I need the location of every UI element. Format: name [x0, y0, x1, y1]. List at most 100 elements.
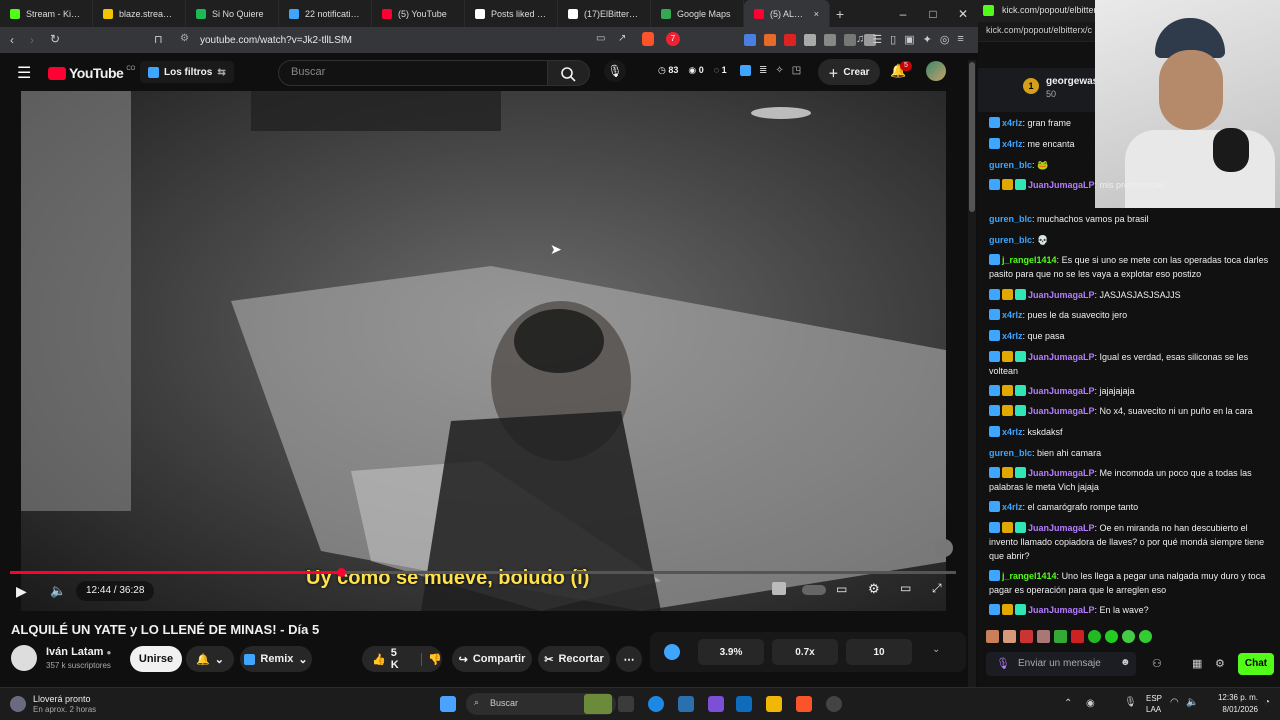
chat-username[interactable]: x4rlz	[1002, 427, 1023, 437]
start-icon[interactable]	[440, 696, 456, 712]
store-app-icon[interactable]	[736, 696, 752, 712]
reload-icon[interactable]: ↻	[50, 32, 60, 46]
notifications-tray-icon[interactable]: ◔	[1264, 697, 1270, 708]
sidebar-icon[interactable]: ▯	[890, 33, 896, 46]
subscribed-bell-button[interactable]: 🔔 ⌄	[186, 646, 234, 672]
reading-list-icon[interactable]: ☰	[872, 33, 882, 46]
chat-username[interactable]: JuanJumagaLP	[1028, 352, 1095, 362]
emote-icon[interactable]	[1020, 630, 1033, 643]
scrollbar-thumb[interactable]	[969, 62, 975, 212]
chat-username[interactable]: x4rlz	[1002, 118, 1023, 128]
emote-icon[interactable]	[1088, 630, 1101, 643]
chat-username[interactable]: x4rlz	[1002, 139, 1023, 149]
emote-icon[interactable]	[1054, 630, 1067, 643]
mic-icon[interactable]: 🎙	[996, 657, 1010, 670]
clock-time[interactable]: 12:36 p. m.	[1210, 693, 1258, 702]
chat-username[interactable]: JuanJumagaLP	[1028, 180, 1095, 190]
store-icon[interactable]: ▦	[1192, 657, 1202, 670]
chat-username[interactable]: JuanJumagaLP	[1028, 523, 1095, 533]
rewards-icon[interactable]: 7	[666, 32, 680, 46]
ext-stat-2[interactable]: 0.7x	[772, 639, 838, 665]
puzzle-icon[interactable]	[804, 34, 816, 46]
site-info-icon[interactable]: ⚙	[180, 33, 189, 44]
progress-bar[interactable]	[10, 571, 956, 574]
copilot-icon[interactable]	[708, 696, 724, 712]
edge-icon[interactable]	[648, 696, 664, 712]
tray-chevron-icon[interactable]: ⌃	[1064, 698, 1072, 709]
browser-tab[interactable]: (17)ElBitterX (@e	[558, 0, 651, 27]
obs-icon[interactable]	[826, 696, 842, 712]
wallet-icon[interactable]: ▣	[904, 33, 914, 46]
bookmark-icon[interactable]: ⊓	[154, 33, 163, 46]
search-input[interactable]: Buscar	[278, 60, 548, 86]
thumbs-up-icon[interactable]: 👍	[372, 653, 386, 666]
chat-username[interactable]: guren_blc	[989, 214, 1032, 224]
browser-tab[interactable]: (5) YouTube	[372, 0, 465, 27]
search-button[interactable]	[548, 60, 590, 86]
new-tab-button[interactable]: +	[830, 6, 850, 22]
iq-icon[interactable]	[740, 65, 751, 76]
chevron-down-icon[interactable]: ⌄	[932, 644, 940, 655]
users-icon[interactable]: ⚇	[1152, 657, 1162, 670]
chat-username[interactable]: guren_blc	[989, 160, 1032, 170]
channel-name[interactable]: Iván Latam ●	[46, 646, 111, 658]
hamburger-icon[interactable]: ☰	[17, 63, 31, 83]
emote-icon[interactable]	[1071, 630, 1084, 643]
queue-icon[interactable]: ≣	[759, 65, 767, 76]
volume-icon[interactable]: 🔈	[50, 583, 66, 599]
clock-date[interactable]: 8/01/2026	[1210, 705, 1258, 714]
join-button[interactable]: Unirse	[130, 646, 182, 672]
remix-button[interactable]: Remix ⌄	[240, 646, 312, 672]
emote-icon[interactable]	[1122, 630, 1135, 643]
video-frame[interactable]: ➤	[21, 91, 953, 611]
taskbar-widget-icon[interactable]	[584, 694, 612, 714]
chat-username[interactable]: guren_blc	[989, 235, 1032, 245]
share-icon[interactable]: ↗	[618, 33, 626, 44]
extension-icon[interactable]	[764, 34, 776, 46]
microphone-icon[interactable]: 🎙	[604, 60, 626, 82]
task-view-icon[interactable]	[618, 696, 634, 712]
extension-icon[interactable]	[844, 34, 856, 46]
chat-username[interactable]: JuanJumagaLP	[1028, 468, 1095, 478]
extension-icon[interactable]	[824, 34, 836, 46]
snipping-icon[interactable]	[678, 696, 694, 712]
leo-icon[interactable]: ✦	[923, 33, 932, 46]
wifi-icon[interactable]: ◠	[1170, 697, 1179, 708]
emote-icon[interactable]	[1037, 630, 1050, 643]
chat-username[interactable]: x4rlz	[1002, 331, 1023, 341]
clip-button[interactable]: ✂ Recortar	[538, 646, 610, 672]
video-player[interactable]: ➤ Uy como se mueve, boludo (ī) ▶ 🔈 12:44…	[0, 91, 966, 611]
chat-username[interactable]: j_rangel1414	[1002, 255, 1057, 265]
chat-username[interactable]: JuanJumagaLP	[1028, 605, 1095, 615]
emote-icon[interactable]	[1139, 630, 1152, 643]
thumbs-down-icon[interactable]: 👎	[421, 652, 442, 666]
keyboard-layout[interactable]: LAA	[1146, 705, 1161, 714]
fullscreen-icon[interactable]: ⤢	[932, 581, 942, 596]
more-actions-button[interactable]: ⋯	[616, 646, 642, 672]
menu-icon[interactable]: ≡	[957, 33, 963, 46]
iq-player-icon[interactable]	[772, 582, 786, 595]
emote-icon[interactable]	[1003, 630, 1016, 643]
chat-username[interactable]: JuanJumagaLP	[1028, 406, 1095, 416]
forward-icon[interactable]: ›	[30, 33, 34, 47]
tray-app-icon[interactable]: ◉	[1086, 698, 1095, 709]
file-explorer-icon[interactable]	[766, 696, 782, 712]
play-icon[interactable]: ▶	[16, 583, 27, 600]
chat-username[interactable]: x4rlz	[1002, 310, 1023, 320]
emoji-icon[interactable]: ☻	[1120, 657, 1131, 668]
progress-scrubber[interactable]	[337, 568, 347, 577]
weather-title[interactable]: Lloverá pronto	[33, 694, 91, 704]
chat-username[interactable]: JuanJumagaLP	[1028, 386, 1095, 396]
settings-gear-icon[interactable]: ⚙	[868, 581, 880, 597]
weather-icon[interactable]	[10, 696, 26, 712]
autoplay-toggle[interactable]	[802, 585, 826, 595]
ext-stat-1[interactable]: 3.9%	[698, 639, 764, 665]
emote-icon[interactable]	[986, 630, 999, 643]
channel-avatar[interactable]	[11, 645, 37, 671]
page-scrollbar[interactable]	[968, 60, 976, 687]
send-chat-button[interactable]: Chat	[1238, 653, 1274, 675]
top-supporter-name[interactable]: georgewas	[1046, 76, 1098, 87]
vpn-icon[interactable]: ◎	[940, 33, 950, 46]
mic-tray-icon[interactable]: 🎙	[1124, 697, 1137, 708]
chat-username[interactable]: guren_blc	[989, 448, 1032, 458]
